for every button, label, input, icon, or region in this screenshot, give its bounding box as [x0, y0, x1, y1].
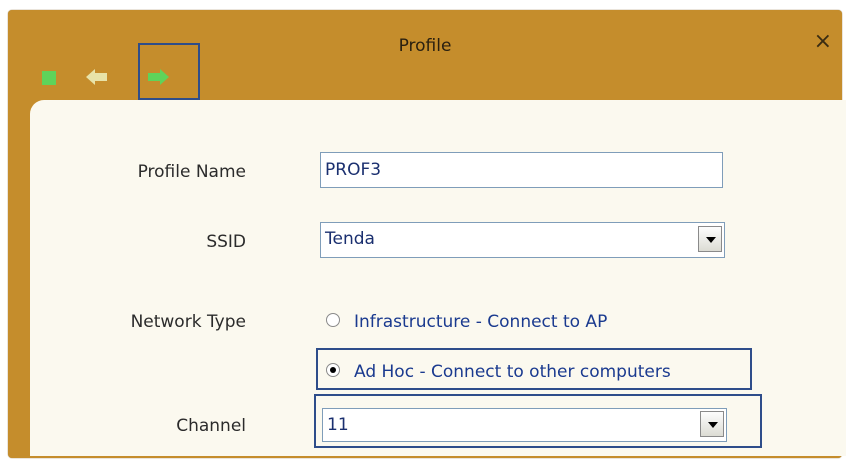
ssid-dropdown[interactable]: Tenda	[320, 222, 725, 258]
radio-infrastructure[interactable]: Infrastructure - Connect to AP	[326, 312, 607, 332]
close-icon[interactable]: ×	[814, 31, 832, 53]
green-square-icon[interactable]	[42, 70, 56, 85]
network-type-label: Network Type	[130, 312, 246, 332]
radio-button-infrastructure[interactable]	[326, 313, 340, 327]
adhoc-option-highlight	[316, 348, 752, 390]
back-arrow-icon[interactable]	[86, 68, 108, 86]
window-title: Profile	[398, 36, 452, 56]
profile-name-label: Profile Name	[137, 162, 246, 182]
ssid-label: SSID	[206, 232, 246, 252]
profile-name-field[interactable]: PROF3	[320, 152, 723, 188]
channel-highlight	[314, 394, 762, 448]
chevron-down-icon[interactable]	[698, 226, 722, 252]
channel-label: Channel	[176, 416, 246, 436]
forward-button-highlight	[138, 43, 200, 100]
radio-infrastructure-label: Infrastructure - Connect to AP	[354, 312, 608, 332]
ssid-value: Tenda	[325, 229, 375, 249]
profile-form-panel: Profile Name PROF3 SSID Tenda Network Ty…	[30, 100, 846, 456]
